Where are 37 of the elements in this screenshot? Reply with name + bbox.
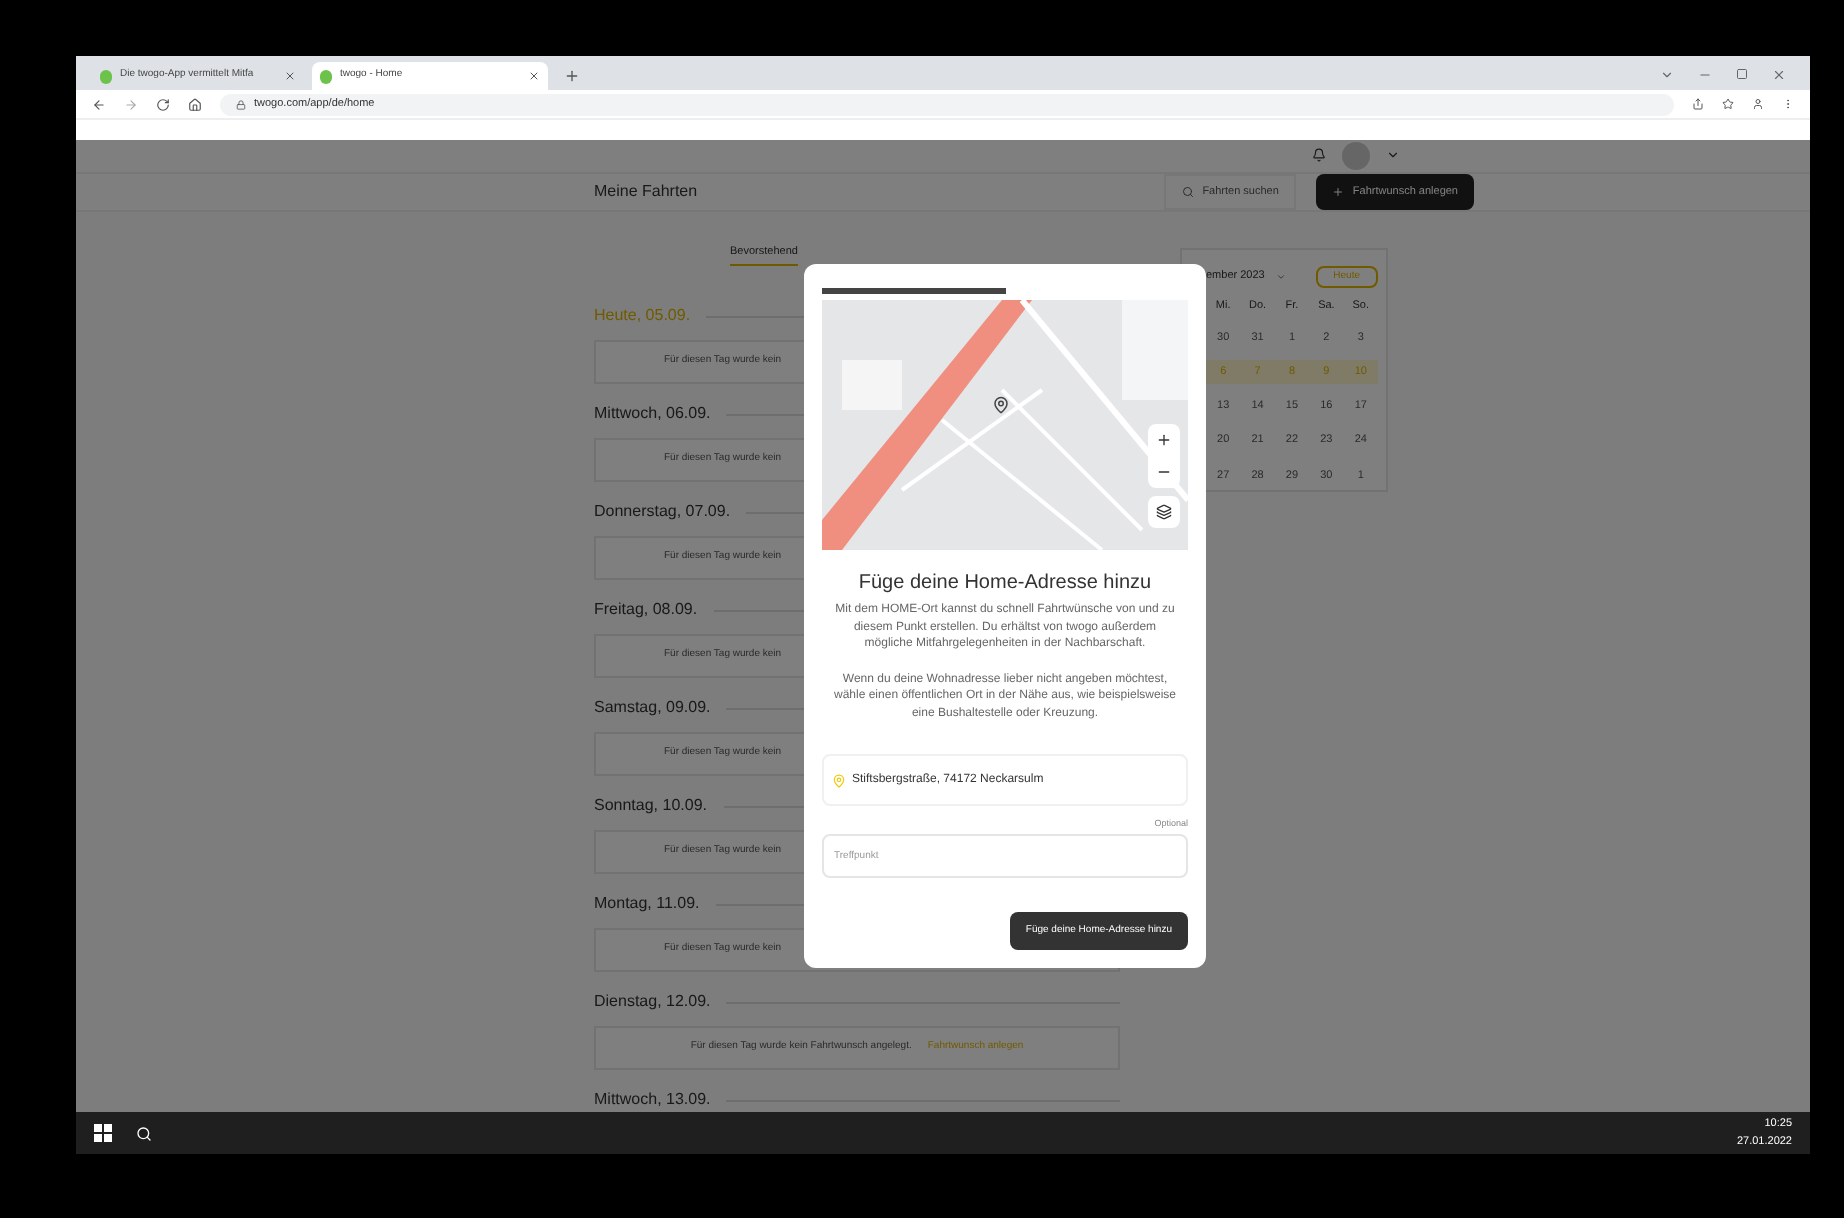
day-heading: Mittwoch, 06.09. bbox=[594, 402, 711, 426]
reload-icon[interactable] bbox=[156, 97, 170, 111]
map-marker-icon bbox=[992, 396, 1010, 414]
day-heading: Heute, 05.09. bbox=[594, 304, 691, 328]
lock-icon bbox=[236, 99, 246, 109]
day-heading: Dienstag, 12.09. bbox=[594, 990, 711, 1014]
search-icon bbox=[1182, 185, 1195, 198]
windows-logo-icon[interactable] bbox=[94, 1124, 112, 1142]
plus-icon bbox=[1332, 185, 1345, 198]
day-heading: Mittwoch, 13.09. bbox=[594, 1088, 711, 1112]
day-heading: Donnerstag, 07.09. bbox=[594, 500, 731, 524]
search-icon[interactable] bbox=[136, 1125, 152, 1141]
close-icon[interactable] bbox=[1772, 68, 1786, 82]
close-icon[interactable] bbox=[528, 70, 540, 82]
back-icon[interactable] bbox=[92, 97, 106, 111]
chevron-icon[interactable] bbox=[1660, 68, 1674, 82]
day-heading: Montag, 11.09. bbox=[594, 892, 700, 916]
day-heading: Sonntag, 10.09. bbox=[594, 794, 707, 818]
star-icon[interactable] bbox=[1722, 98, 1734, 110]
pin-icon bbox=[832, 773, 846, 787]
share-icon[interactable] bbox=[1692, 98, 1704, 110]
home-icon[interactable] bbox=[188, 97, 202, 111]
tab-favicon bbox=[320, 69, 332, 83]
maximize-icon[interactable] bbox=[1736, 68, 1748, 80]
day-heading: Samstag, 09.09. bbox=[594, 696, 711, 720]
tab-favicon bbox=[100, 69, 112, 83]
page-title: Meine Fahrten bbox=[594, 179, 698, 204]
layers-button[interactable] bbox=[1148, 496, 1180, 528]
day-heading: Freitag, 08.09. bbox=[594, 598, 698, 622]
profile-icon[interactable] bbox=[1752, 98, 1764, 110]
close-icon[interactable] bbox=[284, 70, 296, 82]
zoom-in-icon[interactable] bbox=[1156, 432, 1172, 448]
layers-icon bbox=[1156, 504, 1172, 520]
dialog-title: Füge deine Home-Adresse hinzu bbox=[856, 570, 1154, 598]
chevron-icon[interactable] bbox=[1386, 148, 1400, 163]
new-tab-icon[interactable] bbox=[564, 68, 580, 84]
bell-icon[interactable] bbox=[1312, 148, 1326, 163]
